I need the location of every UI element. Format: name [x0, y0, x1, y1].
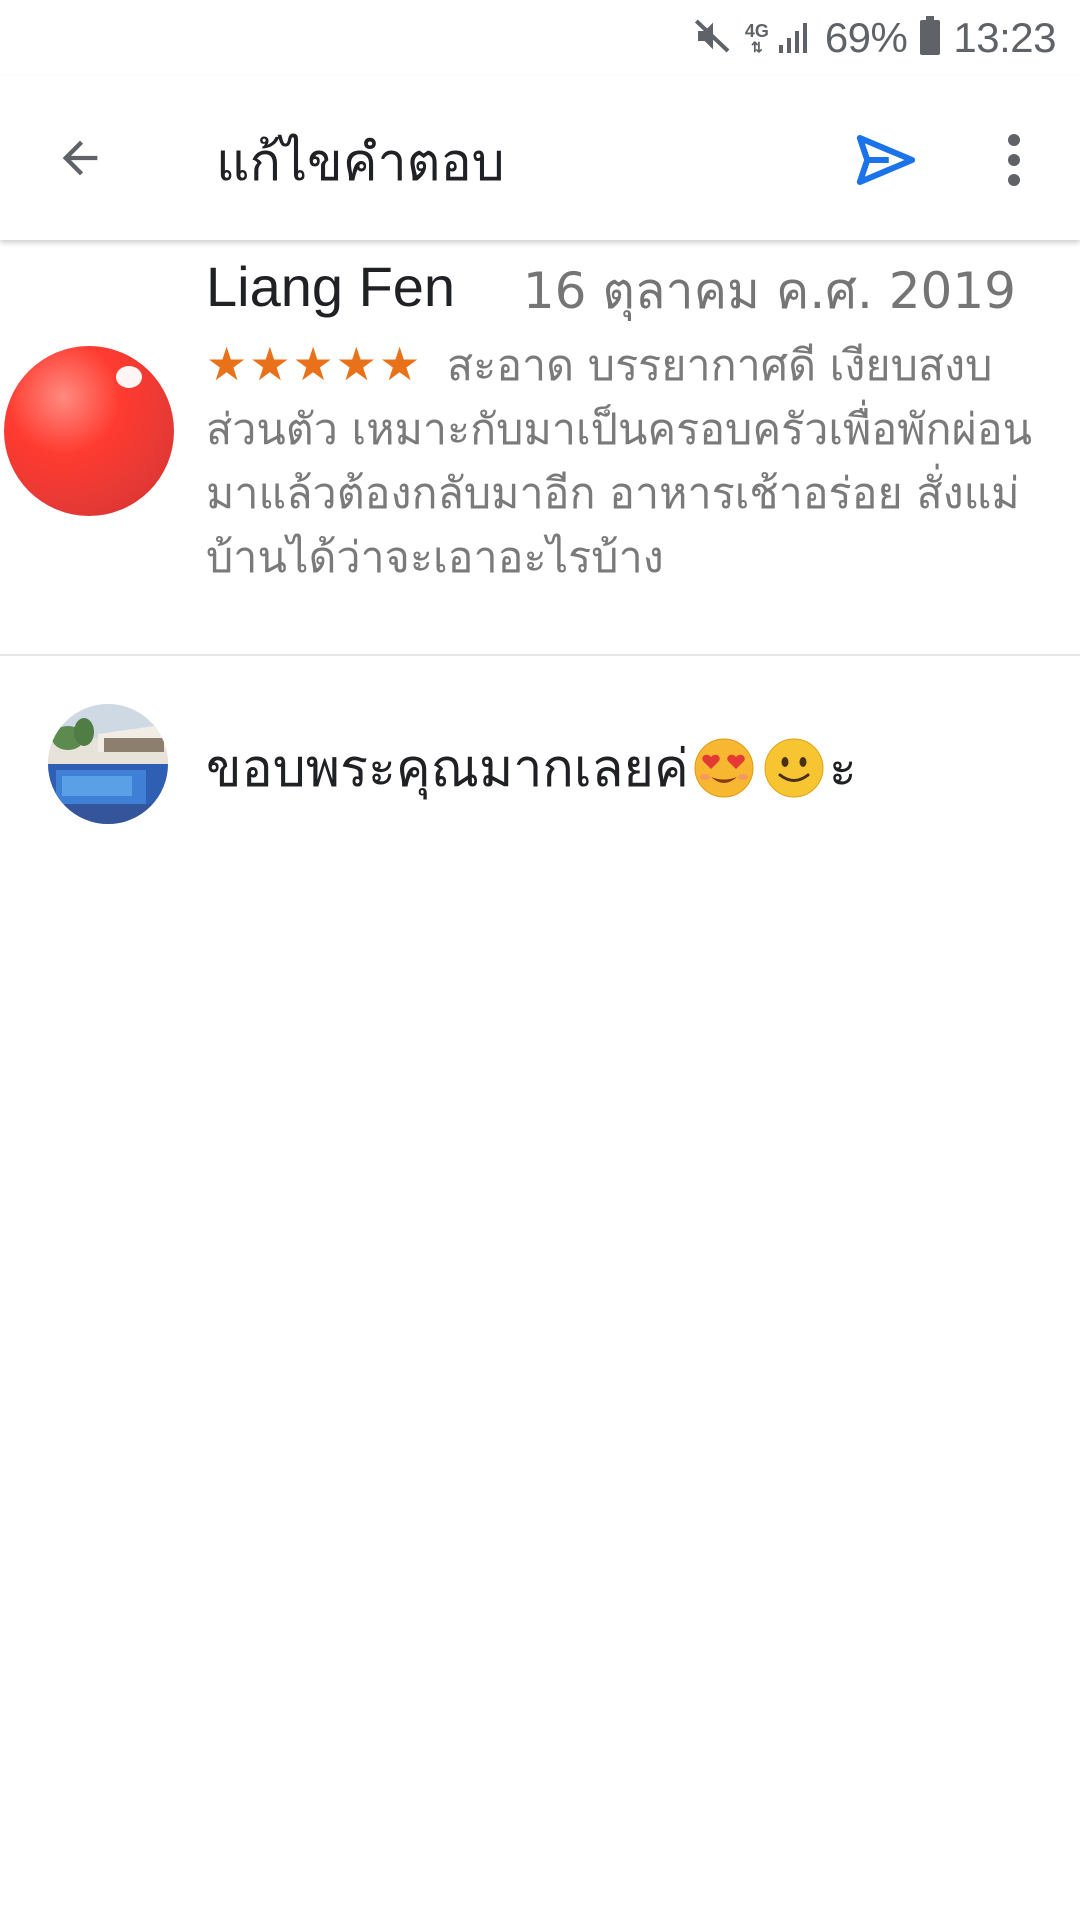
send-icon	[856, 134, 916, 186]
heart-eyes-emoji-icon	[693, 737, 755, 799]
reply-text-main: ขอบพระคุณมากเลยค่	[206, 739, 689, 799]
review-date: 16 ตุลาคม ค.ศ. 2019	[522, 262, 1016, 320]
send-button[interactable]	[850, 124, 922, 196]
signal-icon	[777, 19, 813, 57]
more-vertical-icon	[1008, 134, 1020, 186]
back-button[interactable]	[48, 126, 112, 190]
star-rating: ★★★★★	[206, 337, 439, 391]
reply-text-end: ะ	[828, 739, 857, 799]
review-card: Liang Fen 16 ตุลาคม ค.ศ. 2019 ★★★★★ สะอา…	[0, 240, 1080, 654]
status-bar: 4G ⇅ 69% 13:23	[0, 0, 1080, 76]
app-bar: แก้ไขคำตอบ	[0, 76, 1080, 240]
owner-reply[interactable]: ขอบพระคุณมากเลยค่ ะ	[0, 656, 1080, 876]
status-icons: 4G ⇅ 69% 13:23	[693, 10, 1056, 66]
clock: 13:23	[953, 14, 1056, 61]
avatar-highlight	[116, 366, 142, 388]
review-body: ★★★★★ สะอาด บรรยากาศดี เงียบสงบ ส่วนตัว …	[206, 332, 1036, 590]
network-activity-icon: ⇅	[750, 39, 763, 55]
star-icon: ★	[335, 337, 379, 391]
back-arrow-icon	[62, 140, 98, 176]
star-icon: ★	[249, 337, 293, 391]
reviewer-avatar	[4, 346, 174, 516]
more-options-button[interactable]	[990, 124, 1038, 196]
star-icon: ★	[292, 337, 336, 391]
page-title: แก้ไขคำตอบ	[216, 133, 505, 193]
network-type-indicator: 4G ⇅	[745, 22, 769, 54]
smiling-face-emoji-icon	[763, 737, 825, 799]
network-type-label: 4G	[744, 21, 769, 41]
battery-icon	[919, 16, 941, 60]
owner-avatar	[48, 704, 168, 824]
reviewer-name: Liang Fen	[206, 255, 456, 318]
mute-icon	[693, 16, 733, 60]
reply-text[interactable]: ขอบพระคุณมากเลยค่ ะ	[206, 726, 857, 809]
star-icon: ★	[206, 337, 250, 391]
star-icon: ★	[379, 337, 423, 391]
battery-percent: 69%	[824, 14, 908, 61]
